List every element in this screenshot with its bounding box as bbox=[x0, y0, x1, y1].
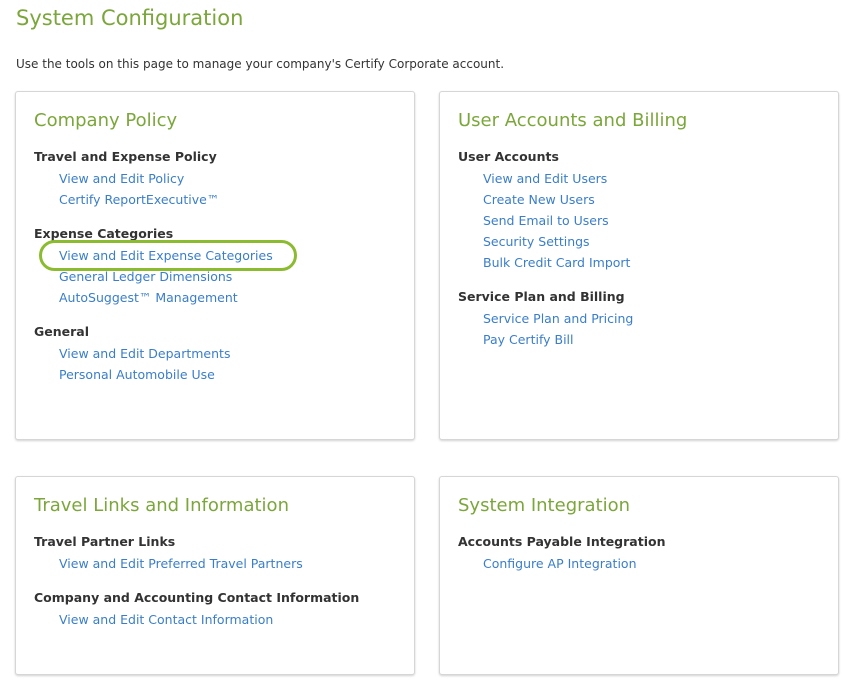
view-edit-expense-categories-link[interactable]: View and Edit Expense Categories bbox=[59, 248, 273, 263]
panel-title: Travel Links and Information bbox=[34, 495, 289, 516]
bulk-credit-card-import-link[interactable]: Bulk Credit Card Import bbox=[483, 255, 630, 270]
section-travel-expense-policy: Travel and Expense Policy View and Edit … bbox=[34, 148, 404, 209]
section-heading: Travel Partner Links bbox=[34, 534, 176, 549]
link-list: View and Edit Departments Personal Autom… bbox=[34, 342, 404, 384]
section-accounts-payable: Accounts Payable Integration Configure A… bbox=[458, 533, 828, 573]
panel-body: User Accounts View and Edit Users Create… bbox=[458, 148, 828, 365]
service-plan-pricing-link[interactable]: Service Plan and Pricing bbox=[483, 311, 633, 326]
company-policy-panel: Company Policy Travel and Expense Policy… bbox=[15, 91, 415, 440]
view-edit-departments-link[interactable]: View and Edit Departments bbox=[59, 346, 230, 361]
link-list: View and Edit Expense Categories General… bbox=[34, 240, 404, 307]
link-list: Configure AP Integration bbox=[458, 552, 828, 573]
certify-reportexecutive-link[interactable]: Certify ReportExecutive™ bbox=[59, 192, 219, 207]
travel-links-panel: Travel Links and Information Travel Part… bbox=[15, 476, 415, 675]
create-new-users-link[interactable]: Create New Users bbox=[483, 192, 595, 207]
panel-title: System Integration bbox=[458, 495, 631, 516]
system-integration-panel: System Integration Accounts Payable Inte… bbox=[439, 476, 839, 675]
section-heading: Accounts Payable Integration bbox=[458, 534, 666, 549]
link-list: View and Edit Policy Certify ReportExecu… bbox=[34, 167, 404, 209]
section-expense-categories: Expense Categories View and Edit Expense… bbox=[34, 225, 404, 307]
section-heading: Service Plan and Billing bbox=[458, 289, 625, 304]
page-title: System Configuration bbox=[16, 6, 244, 30]
personal-automobile-use-link[interactable]: Personal Automobile Use bbox=[59, 367, 215, 382]
user-accounts-billing-panel: User Accounts and Billing User Accounts … bbox=[439, 91, 839, 440]
link-list: View and Edit Contact Information bbox=[34, 608, 404, 629]
general-ledger-dimensions-link[interactable]: General Ledger Dimensions bbox=[59, 269, 232, 284]
view-edit-users-link[interactable]: View and Edit Users bbox=[483, 171, 607, 186]
panel-body: Accounts Payable Integration Configure A… bbox=[458, 533, 828, 589]
pay-certify-bill-link[interactable]: Pay Certify Bill bbox=[483, 332, 574, 347]
section-heading: General bbox=[34, 324, 89, 339]
highlight-ring: View and Edit Expense Categories bbox=[39, 240, 297, 271]
panel-title: Company Policy bbox=[34, 110, 178, 131]
section-general: General View and Edit Departments Person… bbox=[34, 323, 404, 384]
panel-body: Travel Partner Links View and Edit Prefe… bbox=[34, 533, 404, 645]
page-intro: Use the tools on this page to manage you… bbox=[16, 57, 505, 71]
section-heading: Travel and Expense Policy bbox=[34, 149, 217, 164]
link-list: Service Plan and Pricing Pay Certify Bil… bbox=[458, 307, 828, 349]
section-user-accounts: User Accounts View and Edit Users Create… bbox=[458, 148, 828, 272]
security-settings-link[interactable]: Security Settings bbox=[483, 234, 590, 249]
section-service-plan-billing: Service Plan and Billing Service Plan an… bbox=[458, 288, 828, 349]
link-list: View and Edit Preferred Travel Partners bbox=[34, 552, 404, 573]
panel-body: Travel and Expense Policy View and Edit … bbox=[34, 148, 404, 400]
panel-title: User Accounts and Billing bbox=[458, 110, 688, 131]
view-edit-travel-partners-link[interactable]: View and Edit Preferred Travel Partners bbox=[59, 556, 303, 571]
autosuggest-management-link[interactable]: AutoSuggest™ Management bbox=[59, 290, 238, 305]
section-contact-information: Company and Accounting Contact Informati… bbox=[34, 589, 404, 629]
view-edit-policy-link[interactable]: View and Edit Policy bbox=[59, 171, 184, 186]
link-list: View and Edit Users Create New Users Sen… bbox=[458, 167, 828, 272]
view-edit-contact-information-link[interactable]: View and Edit Contact Information bbox=[59, 612, 273, 627]
section-travel-partner-links: Travel Partner Links View and Edit Prefe… bbox=[34, 533, 404, 573]
send-email-to-users-link[interactable]: Send Email to Users bbox=[483, 213, 609, 228]
section-heading: User Accounts bbox=[458, 149, 559, 164]
section-heading: Expense Categories bbox=[34, 226, 174, 241]
configure-ap-integration-link[interactable]: Configure AP Integration bbox=[483, 556, 637, 571]
section-heading: Company and Accounting Contact Informati… bbox=[34, 590, 360, 605]
